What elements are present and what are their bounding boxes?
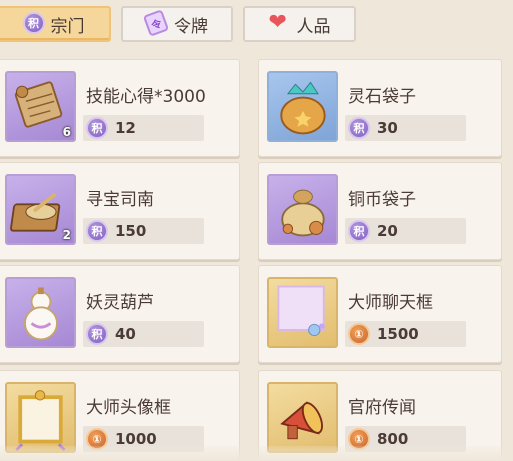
sect-coin-icon: 积 [348,220,370,242]
item-name: 铜币袋子 [348,190,416,210]
copper-coin-icon: ① [348,323,370,345]
item-name: 官府传闻 [348,398,416,418]
item-name: 灵石袋子 [348,87,416,107]
shop-item-card[interactable]: 2 寻宝司南积 150 [0,162,240,260]
tab-sect[interactable]: 积 宗门 [0,6,111,42]
item-price: 积 20 [345,218,466,244]
shop-item-card[interactable]: 6 技能心得*3000 积 12 [0,59,240,157]
chat-frame-icon [267,277,338,348]
compass-icon: 2 [5,174,76,245]
shop-item-card[interactable]: 妖灵葫芦积 40 [0,265,240,363]
copper-coin-bag-icon [267,174,338,245]
shop-item-card[interactable]: 大师聊天框 ① 1500 [258,265,502,363]
price-value: 40 [115,325,136,343]
tab-character-label: 人品 [296,16,331,37]
heart-icon: ❤ [268,10,287,35]
sect-coin-icon: 积 [22,12,47,36]
price-value: 1500 [377,325,419,343]
sect-coin-icon: 积 [86,117,108,139]
item-price: 积 40 [83,321,204,347]
horn-icon [267,382,338,453]
item-quantity: 2 [62,228,71,242]
item-quantity: 6 [62,125,71,139]
scroll-fade [0,446,513,461]
item-price: 积 30 [345,115,466,141]
item-name: 妖灵葫芦 [86,293,154,313]
price-value: 12 [115,119,136,137]
shop-item-card[interactable]: 铜币袋子积 20 [258,162,502,260]
gourd-icon [5,277,76,348]
tab-sect-label: 宗门 [50,16,85,37]
tab-token-label: 令牌 [174,16,208,37]
price-value: 150 [115,222,147,240]
tab-character[interactable]: ❤ 人品 [243,6,356,42]
shop-tab-bar: 积 宗门 令 令牌 ❤ 人品 [0,0,513,50]
item-name: 大师头像框 [86,398,171,418]
item-price: 积 12 [83,115,204,141]
sect-coin-icon: 积 [348,117,370,139]
item-name: 大师聊天框 [348,293,433,313]
sect-coin-icon: 积 [86,323,108,345]
item-price: ① 1500 [345,321,466,347]
tab-token[interactable]: 令 令牌 [121,6,233,42]
item-name: 寻宝司南 [86,190,154,210]
price-value: 20 [377,222,398,240]
item-name: 技能心得*3000 [86,87,206,107]
item-price: 积 150 [83,218,204,244]
token-icon: 令 [142,9,170,37]
shop-item-card[interactable]: 灵石袋子积 30 [258,59,502,157]
spirit-stone-bag-icon [267,71,338,142]
avatar-frame-icon [5,382,76,453]
sect-coin-icon: 积 [86,220,108,242]
price-value: 30 [377,119,398,137]
scroll-map-icon: 6 [5,71,76,142]
